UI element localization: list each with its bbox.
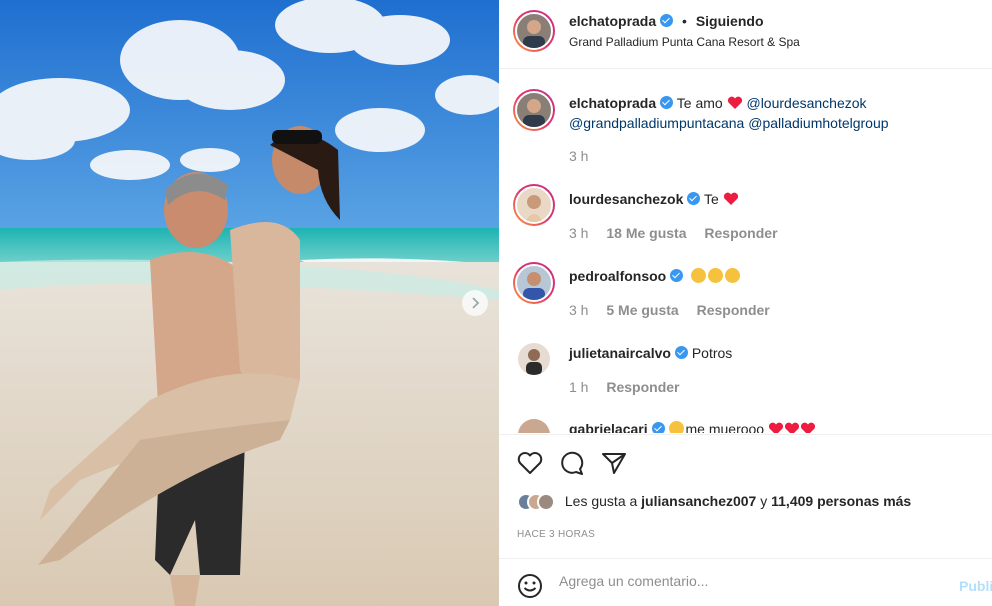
mention-link[interactable]: @grandpalladiumpuntacana [569,115,744,131]
post-location[interactable]: Grand Palladium Punta Cana Resort & Spa [569,35,800,49]
verified-icon [670,269,684,282]
laughing-emoji-icon [668,421,684,433]
verified-icon [660,14,674,27]
avatar [537,493,555,512]
heart-emoji-icon [723,192,738,205]
mention-link[interactable]: @palladiumhotelgroup [748,115,888,131]
comment-username[interactable]: julietanaircalvo [569,345,671,361]
emoji-icon[interactable] [517,573,543,599]
verified-icon [651,422,665,433]
comment-text: me muerooo [685,421,765,433]
share-icon[interactable] [601,451,627,475]
heart-emoji-icon [784,422,800,433]
comment-username[interactable]: gabrielacari [569,421,648,433]
publish-button[interactable]: Publicar [959,578,992,594]
verified-icon [687,192,701,205]
post-panel: elchatoprada • Siguiendo Grand Palladium… [499,0,992,606]
comment-avatar[interactable] [518,419,550,433]
caption-line-2: @grandpalladiumpuntacana @palladiumhotel… [569,113,889,133]
comment-time: 3 h [569,302,589,318]
likes-summary: Les gusta a juliansanchez007 y 11,409 pe… [517,493,911,512]
heart-emoji-icon [800,422,816,433]
heart-emoji-icon [727,96,742,109]
follow-status-button[interactable]: Siguiendo [696,13,764,29]
comment-avatar[interactable] [513,262,555,304]
add-comment-bar: Publicar [499,558,992,606]
laughing-emoji-icon [691,268,707,283]
likes-count[interactable]: 11,409 personas más [771,493,911,509]
heart-icon[interactable] [517,451,543,475]
comment: pedroalfonsoo [569,266,742,286]
comment-avatar[interactable] [518,343,550,375]
comment-avatar[interactable] [513,184,555,226]
comment-time: 3 h [569,225,589,241]
reply-button[interactable]: Responder [697,302,770,318]
comment-text: Te [704,191,719,207]
comment-likes[interactable]: 18 Me gusta [606,225,686,241]
caption-time: 3 h [569,148,589,164]
laughing-emoji-group [691,268,742,284]
beach-photo-image [0,0,499,606]
chevron-right-icon [472,297,480,309]
comment-meta: 1 h Responder [569,377,679,397]
comment-meta: 3 h 18 Me gusta Responder [569,223,778,243]
liker-username[interactable]: juliansanchez007 [641,493,756,509]
comment-clipped: gabrielacari me muerooo [499,415,992,433]
comment: gabrielacari me muerooo [569,419,816,433]
author-avatar[interactable] [513,10,555,52]
comment-username[interactable]: pedroalfonsoo [569,268,666,284]
verified-icon [674,346,688,359]
comment-input[interactable] [559,573,939,589]
comment-username[interactable]: lourdesanchezok [569,191,683,207]
caption-avatar[interactable] [513,89,555,131]
liker-avatars [517,493,555,512]
caption-line-1: elchatoprada Te amo @lourdesanchezok [569,93,867,113]
post-photo[interactable] [0,0,499,606]
mention-link[interactable]: @lourdesanchezok [746,95,866,111]
comment-meta: 3 h 5 Me gusta Responder [569,300,770,320]
post-actions: Les gusta a juliansanchez007 y 11,409 pe… [499,434,992,558]
reply-button[interactable]: Responder [704,225,777,241]
heart-emoji-icon [768,422,784,433]
comment-time: 1 h [569,379,589,395]
post-header: elchatoprada • Siguiendo Grand Palladium… [499,0,992,69]
comment-likes[interactable]: 5 Me gusta [606,302,678,318]
comment: lourdesanchezok Te [569,189,739,209]
verified-icon [660,96,674,109]
likes-prefix: Les gusta a [564,493,638,509]
caption-text: Te amo [676,95,723,111]
comment-icon[interactable] [559,451,585,475]
separator-dot: • [682,13,687,29]
post-time-ago: HACE 3 HORAS [517,529,596,540]
laughing-emoji-icon [708,268,724,283]
reply-button[interactable]: Responder [606,379,679,395]
likes-middle: y [760,493,768,509]
caption-username[interactable]: elchatoprada [569,95,656,111]
next-photo-button[interactable] [462,290,488,316]
laughing-emoji-icon [725,268,741,283]
comment: julietanaircalvo Potros [569,343,732,363]
author-username[interactable]: elchatoprada [569,13,656,29]
comment-text: Potros [691,345,733,361]
